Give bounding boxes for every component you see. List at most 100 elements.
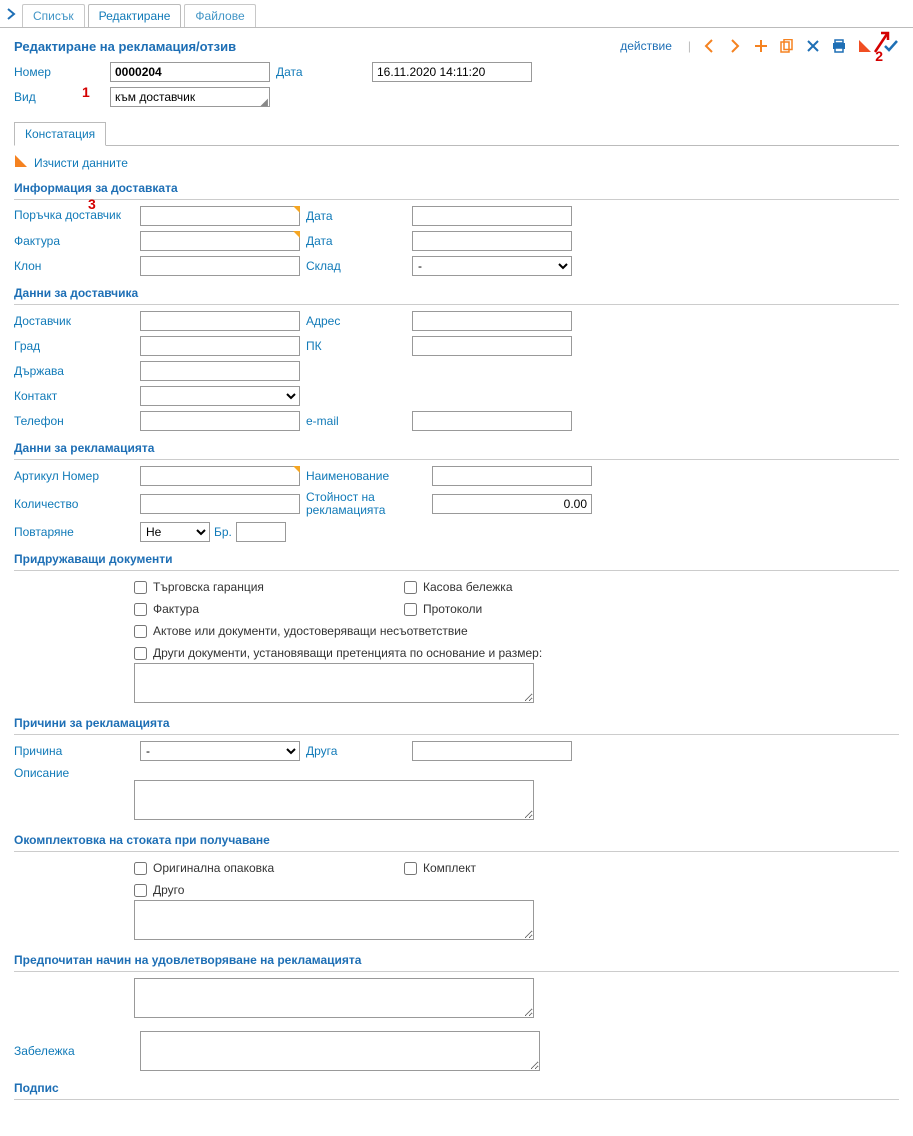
supplier-order-label: Поръчка доставчик [14, 209, 134, 222]
supplier-label: Доставчик [14, 314, 134, 328]
reason-other-input[interactable] [412, 741, 572, 761]
contact-select[interactable] [140, 386, 300, 406]
contact-label: Контакт [14, 389, 134, 403]
reason-desc-label: Описание [14, 766, 134, 780]
section-claim: Данни за рекламацията [14, 441, 899, 455]
chk-set-label: Комплект [423, 861, 476, 875]
reason-other-label: Друга [306, 744, 406, 758]
chevron-right-icon[interactable] [6, 7, 16, 23]
chk-acts-label: Актове или документи, удостоверяващи нес… [153, 624, 468, 638]
phone-input[interactable] [140, 411, 300, 431]
section-signature: Подпис [14, 1081, 899, 1095]
tab-files[interactable]: Файлове [184, 4, 255, 27]
delete-icon[interactable] [805, 38, 821, 54]
article-name-input[interactable] [432, 466, 592, 486]
supplier-order-input[interactable] [140, 206, 300, 226]
reason-select[interactable]: - [140, 741, 300, 761]
address-input[interactable] [412, 311, 572, 331]
other-docs-textarea[interactable] [134, 663, 534, 703]
note-label: Забележка [14, 1044, 134, 1058]
invoice-input[interactable] [140, 231, 300, 251]
section-packaging: Окомплектовка на стоката при получаване [14, 833, 899, 847]
repeat-count-label: Бр. [214, 525, 232, 539]
chk-warranty[interactable] [134, 581, 147, 594]
copy-icon[interactable] [779, 38, 795, 54]
annotation-1: 1 [82, 84, 90, 100]
order-date-input[interactable] [412, 206, 572, 226]
chk-set[interactable] [404, 862, 417, 875]
branch-input[interactable] [140, 256, 300, 276]
section-reasons: Причини за рекламацията [14, 716, 899, 730]
qty-input[interactable] [140, 494, 300, 514]
separator: | [688, 39, 691, 53]
country-input[interactable] [140, 361, 300, 381]
date-label: Дата [276, 65, 366, 79]
branch-label: Клон [14, 259, 134, 273]
qty-label: Количество [14, 497, 134, 511]
repeat-label: Повтаряне [14, 525, 134, 539]
chk-other-docs[interactable] [134, 647, 147, 660]
chk-acts[interactable] [134, 625, 147, 638]
note-textarea[interactable] [140, 1031, 540, 1071]
supplier-input[interactable] [140, 311, 300, 331]
chk-packaging-other[interactable] [134, 884, 147, 897]
warehouse-select[interactable]: - [412, 256, 572, 276]
chk-other-docs-label: Други документи, установяващи претенцият… [153, 646, 542, 660]
section-supplier: Данни за доставчика [14, 286, 899, 300]
section-delivery-info: Информация за доставката [14, 181, 899, 195]
type-input[interactable] [110, 87, 270, 107]
zip-input[interactable] [412, 336, 572, 356]
chk-invoice-label: Фактура [153, 602, 199, 616]
city-label: Град [14, 339, 134, 353]
article-label: Артикул Номер [14, 469, 134, 483]
subtab-ascertainment[interactable]: Констатация [14, 122, 106, 146]
city-input[interactable] [140, 336, 300, 356]
address-label: Адрес [306, 314, 406, 328]
chk-packaging-other-label: Друго [153, 883, 184, 897]
zip-label: ПК [306, 339, 406, 353]
invoice-date-label: Дата [306, 234, 406, 248]
chk-warranty-label: Търговска гаранция [153, 580, 264, 594]
chk-protocols[interactable] [404, 603, 417, 616]
phone-label: Телефон [14, 414, 134, 428]
tab-edit[interactable]: Редактиране [88, 4, 182, 27]
tab-list[interactable]: Списък [22, 4, 85, 27]
claim-value-input[interactable] [432, 494, 592, 514]
email-label: e-mail [306, 414, 406, 428]
chk-invoice[interactable] [134, 603, 147, 616]
preferred-textarea[interactable] [134, 978, 534, 1018]
print-icon[interactable] [831, 38, 847, 54]
page-title: Редактиране на рекламация/отзив [14, 39, 236, 54]
toolbar: действие | [620, 38, 899, 54]
annotation-3: 3 [88, 196, 96, 212]
date-input [372, 62, 532, 82]
section-docs: Придружаващи документи [14, 552, 899, 566]
repeat-count-input[interactable] [236, 522, 286, 542]
email-input[interactable] [412, 411, 572, 431]
invoice-date-input[interactable] [412, 231, 572, 251]
repeat-select[interactable]: Не [140, 522, 210, 542]
chk-protocols-label: Протоколи [423, 602, 482, 616]
clear-icon[interactable] [14, 154, 28, 171]
prev-icon[interactable] [701, 38, 717, 54]
chk-receipt-label: Касова бележка [423, 580, 513, 594]
order-date-label: Дата [306, 209, 406, 223]
type-label: Вид [14, 90, 104, 104]
reason-desc-textarea[interactable] [134, 780, 534, 820]
number-label: Номер [14, 65, 104, 79]
article-name-label: Наименование [306, 469, 426, 483]
chk-receipt[interactable] [404, 581, 417, 594]
chk-orig-packaging[interactable] [134, 862, 147, 875]
warehouse-label: Склад [306, 259, 406, 273]
packaging-other-textarea[interactable] [134, 900, 534, 940]
invoice-label: Фактура [14, 234, 134, 248]
section-preferred: Предпочитан начин на удовлетворяване на … [14, 953, 899, 967]
article-input[interactable] [140, 466, 300, 486]
next-icon[interactable] [727, 38, 743, 54]
country-label: Държава [14, 364, 134, 378]
add-icon[interactable] [753, 38, 769, 54]
number-input[interactable] [110, 62, 270, 82]
claim-value-label: Стойност на рекламацията [306, 491, 426, 517]
action-menu[interactable]: действие [620, 39, 678, 53]
clear-data-link[interactable]: Изчисти данните [34, 156, 128, 170]
